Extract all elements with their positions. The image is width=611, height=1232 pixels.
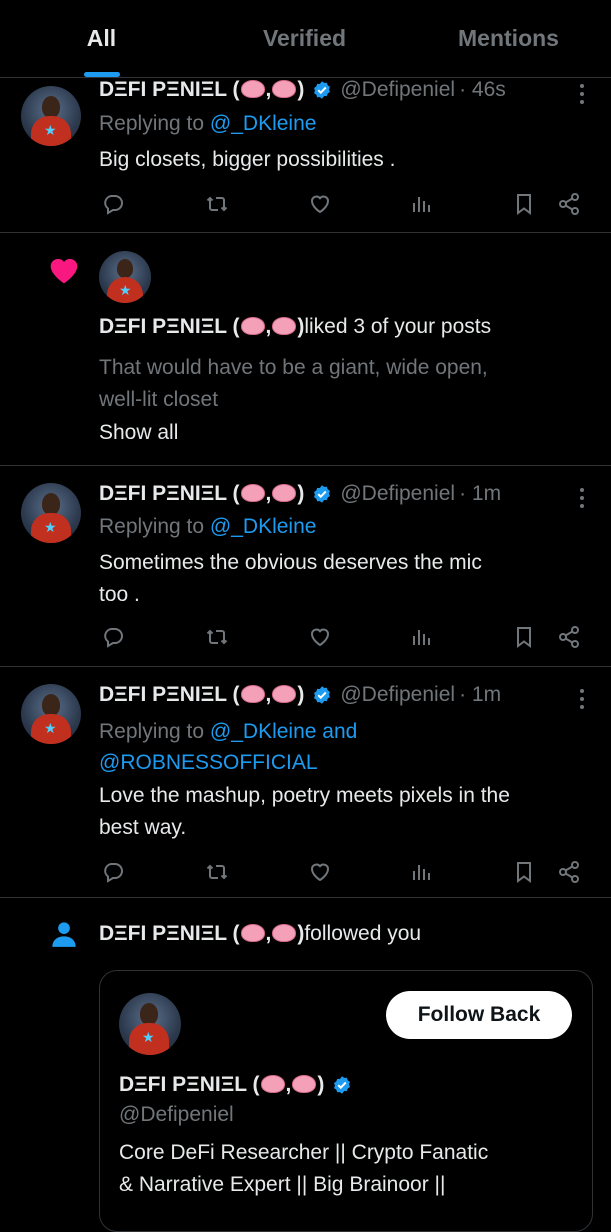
- liker-avatar[interactable]: ★: [99, 251, 151, 303]
- like-action-text: liked 3 of your posts: [304, 315, 492, 338]
- notification-reply-1[interactable]: ★ DΞFI PΞNIΞL (,) @Defipeniel · 46s Repl…: [0, 78, 611, 233]
- brain-emoji-icon: [240, 685, 265, 704]
- tab-all[interactable]: All: [0, 0, 203, 77]
- verified-badge-icon: [334, 1076, 351, 1094]
- brain-emoji-icon: [272, 317, 297, 336]
- brain-emoji-icon: [240, 317, 265, 336]
- follow-back-button[interactable]: Follow Back: [386, 991, 572, 1039]
- notification-reply-2[interactable]: ★ DΞFI PΞNIΞL (,) @Defipeniel · 1m Reply…: [0, 466, 611, 667]
- views-icon[interactable]: [410, 860, 434, 884]
- author-row: DΞFI PΞNIΞL (,) @Defipeniel · 1m: [99, 482, 501, 506]
- avatar[interactable]: ★: [21, 684, 81, 744]
- timestamp: · 1m: [459, 482, 502, 505]
- card-handle: @Defipeniel: [119, 1103, 234, 1126]
- notification-reply-3[interactable]: ★ DΞFI PΞNIΞL (,) @Defipeniel · 1m Reply…: [0, 667, 611, 898]
- like-icon[interactable]: [308, 625, 332, 649]
- timestamp: · 1m: [459, 683, 502, 706]
- card-name[interactable]: DΞFI PΞNIΞL (,): [119, 1073, 324, 1097]
- post-text: Big closets, bigger possibilities .: [99, 148, 396, 171]
- follow-action-text: followed you: [304, 922, 422, 945]
- replying-to: Replying to @_DKleine and @ROBNESSOFFICIA…: [99, 720, 358, 774]
- more-options-icon[interactable]: [580, 488, 584, 508]
- like-summary: DΞFI PΞNIΞL (,) liked 3 of your posts: [99, 315, 491, 339]
- verified-badge-icon: [314, 81, 331, 99]
- more-options-icon[interactable]: [580, 84, 584, 104]
- bookmark-icon[interactable]: [512, 625, 536, 649]
- mention-link[interactable]: @_DKleine: [210, 112, 317, 135]
- brain-emoji-icon: [272, 484, 297, 503]
- follow-summary: DΞFI PΞNIΞL (,) followed you: [99, 922, 421, 946]
- reply-icon[interactable]: [101, 192, 125, 216]
- verified-badge-icon: [314, 686, 331, 704]
- timestamp: · 46s: [459, 78, 506, 101]
- verified-badge-icon: [314, 485, 331, 503]
- share-icon[interactable]: [557, 192, 581, 216]
- like-icon[interactable]: [308, 860, 332, 884]
- follower-card[interactable]: ★ Follow Back DΞFI PΞNIΞL (,) @Defipenie…: [99, 970, 593, 1232]
- follower-avatar[interactable]: ★: [119, 993, 181, 1055]
- brain-emoji-icon: [272, 685, 297, 704]
- avatar[interactable]: ★: [21, 86, 81, 146]
- notification-like[interactable]: ★ DΞFI PΞNIΞL (,) liked 3 of your posts …: [0, 233, 611, 466]
- post-actions: [0, 860, 611, 884]
- author-handle[interactable]: @Defipeniel: [340, 482, 455, 506]
- brain-emoji-icon: [272, 924, 297, 943]
- author-row: DΞFI PΞNIΞL (,) @Defipeniel · 1m: [99, 683, 501, 707]
- brain-emoji-icon: [240, 924, 265, 943]
- person-icon: [52, 922, 76, 947]
- views-icon[interactable]: [410, 625, 434, 649]
- brain-emoji-icon: [272, 80, 297, 99]
- mention-link[interactable]: @_DKleine: [210, 515, 317, 538]
- card-bio: Core DeFi Researcher || Crypto Fanatic &…: [119, 1141, 489, 1196]
- brain-emoji-icon: [240, 80, 265, 99]
- mention-link[interactable]: @_DKleine: [210, 720, 317, 743]
- author-handle[interactable]: @Defipeniel: [340, 683, 455, 707]
- post-actions: [0, 625, 611, 649]
- more-options-icon[interactable]: [580, 689, 584, 709]
- share-icon[interactable]: [557, 860, 581, 884]
- post-text: Sometimes the obvious deserves the mic to…: [99, 551, 482, 606]
- avatar[interactable]: ★: [21, 483, 81, 543]
- author-name[interactable]: DΞFI PΞNIΞL (,): [99, 482, 304, 506]
- liked-post-preview[interactable]: That would have to be a giant, wide open…: [99, 352, 589, 416]
- author-name[interactable]: DΞFI PΞNIΞL (,): [99, 683, 304, 707]
- reply-icon[interactable]: [101, 860, 125, 884]
- author-name[interactable]: DΞFI PΞNIΞL (,): [99, 78, 304, 102]
- author-row: DΞFI PΞNIΞL (,) @Defipeniel · 46s: [99, 78, 506, 102]
- repost-icon[interactable]: [205, 625, 229, 649]
- repost-icon[interactable]: [205, 860, 229, 884]
- author-handle[interactable]: @Defipeniel: [340, 78, 455, 102]
- brain-emoji-icon: [240, 484, 265, 503]
- views-icon[interactable]: [410, 192, 434, 216]
- share-icon[interactable]: [557, 625, 581, 649]
- like-icon[interactable]: [308, 192, 332, 216]
- replying-to: Replying to @_DKleine: [99, 515, 317, 538]
- post-text: Love the mashup, poetry meets pixels in …: [99, 784, 510, 839]
- heart-filled-icon: [50, 258, 78, 284]
- repost-icon[interactable]: [205, 192, 229, 216]
- tab-mentions[interactable]: Mentions: [406, 0, 611, 77]
- mention-link-2[interactable]: @ROBNESSOFFICIAL: [99, 751, 318, 774]
- show-all-link[interactable]: Show all: [99, 417, 178, 449]
- card-name-row: DΞFI PΞNIΞL (,): [119, 1073, 352, 1097]
- bookmark-icon[interactable]: [512, 192, 536, 216]
- reply-icon[interactable]: [101, 625, 125, 649]
- follower-name[interactable]: DΞFI PΞNIΞL (,): [99, 922, 304, 946]
- tab-verified[interactable]: Verified: [203, 0, 406, 77]
- liker-name[interactable]: DΞFI PΞNIΞL (,): [99, 315, 304, 339]
- post-actions: [0, 192, 611, 216]
- notifications-tabs: All Verified Mentions: [0, 0, 611, 78]
- brain-emoji-icon: [292, 1075, 317, 1094]
- replying-to: Replying to @_DKleine: [99, 112, 317, 135]
- bookmark-icon[interactable]: [512, 860, 536, 884]
- brain-emoji-icon: [260, 1075, 285, 1094]
